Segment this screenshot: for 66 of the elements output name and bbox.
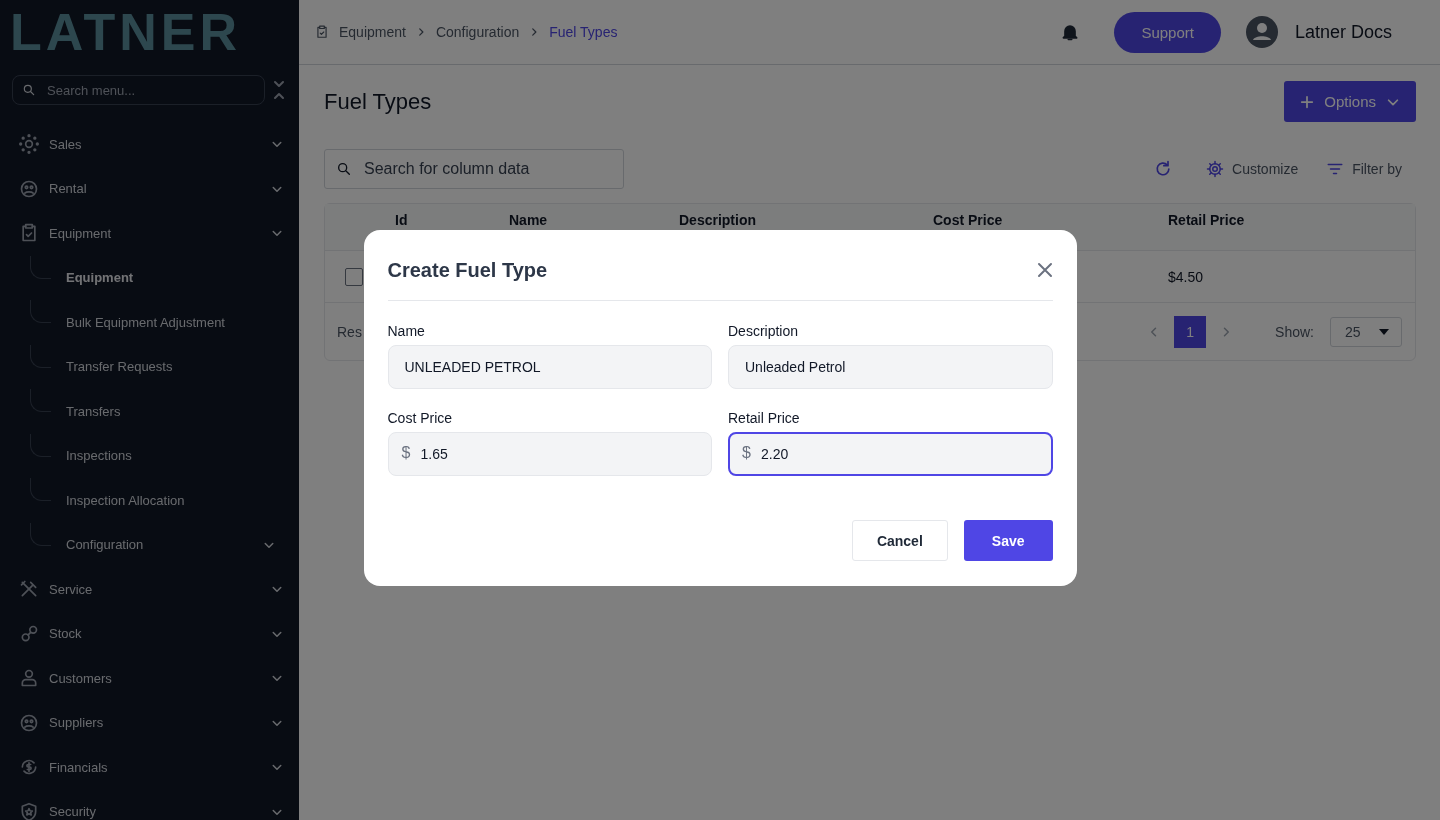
- column-header: Name: [509, 212, 549, 228]
- menu-search-field[interactable]: Search menu...: [12, 75, 265, 105]
- sidebar-item[interactable]: Service: [0, 567, 299, 612]
- field-label: Retail Price: [728, 410, 801, 426]
- sidebar-subitem[interactable]: Transfer Requests: [0, 344, 299, 389]
- field-label: Description: [728, 323, 800, 339]
- clipboard-icon: [315, 25, 329, 39]
- row-checkbox[interactable]: [345, 267, 363, 286]
- collapse-icon[interactable]: [273, 80, 285, 100]
- input-field[interactable]: UNLEADED PETROL: [387, 345, 712, 389]
- customize-button[interactable]: Customize: [1206, 160, 1299, 178]
- face-icon: [19, 712, 39, 733]
- field-label: Cost Price: [387, 410, 454, 426]
- sidebar-item[interactable]: Suppliers: [0, 700, 299, 745]
- input-field[interactable]: Unleaded Petrol: [728, 345, 1053, 389]
- caret-icon: [1379, 328, 1389, 335]
- sidebar-item[interactable]: Stock: [0, 611, 299, 656]
- sidebar-subitem[interactable]: Bulk Equipment Adjustment: [0, 300, 299, 345]
- plus-icon: [1300, 94, 1315, 109]
- sidebar-subitem[interactable]: Equipment: [0, 255, 299, 300]
- shield-icon: [19, 801, 39, 820]
- search-field[interactable]: Search for column data: [324, 149, 624, 189]
- column-header: Id: [395, 212, 409, 228]
- sidebar-item[interactable]: Security: [0, 789, 299, 820]
- sidebar-item[interactable]: Rental: [0, 166, 299, 211]
- results-text: Res: [337, 323, 362, 340]
- cancel-button[interactable]: Cancel: [851, 520, 948, 561]
- breadcrumb-link[interactable]: Configuration: [435, 24, 520, 40]
- search-icon: [22, 83, 36, 97]
- dialog-title: Create Fuel Type: [387, 258, 548, 282]
- page-size-select[interactable]: 25: [1330, 316, 1402, 347]
- sidebar-subitem[interactable]: Inspection Allocation: [0, 478, 299, 523]
- network-icon: [19, 134, 39, 155]
- currency-symbol: $: [401, 444, 411, 462]
- sidebar-item[interactable]: Sales: [0, 122, 299, 167]
- sidebar-item[interactable]: Customers: [0, 656, 299, 701]
- page-button[interactable]: 1: [1174, 315, 1207, 348]
- column-header: Cost Price: [933, 212, 1004, 228]
- tools-icon: [19, 579, 39, 600]
- breadcrumb-link[interactable]: Fuel Types: [549, 24, 618, 40]
- face-icon: [19, 178, 39, 199]
- options-button[interactable]: Options: [1284, 81, 1416, 122]
- sidebar-item[interactable]: Financials: [0, 745, 299, 790]
- currency-symbol: $: [742, 444, 751, 462]
- column-header: Description: [679, 212, 757, 228]
- sidebar-subitem[interactable]: Transfers: [0, 389, 299, 434]
- save-button[interactable]: Save: [963, 520, 1053, 561]
- avatar-icon: [1245, 16, 1278, 48]
- page-title: Fuel Types: [324, 88, 432, 115]
- column-header: Retail Price: [1168, 212, 1246, 228]
- show-label: Show:: [1275, 323, 1314, 340]
- sidebar-subitem[interactable]: Configuration: [0, 522, 299, 567]
- field-label: Name: [387, 323, 426, 339]
- support-button[interactable]: Support: [1114, 11, 1221, 53]
- breadcrumb-link[interactable]: Equipment: [339, 24, 406, 40]
- search-icon: [336, 161, 352, 177]
- filter-button[interactable]: Filter by: [1326, 160, 1402, 178]
- table-cell-text: $4.50: [1168, 268, 1205, 285]
- gear-icon: [1206, 160, 1225, 178]
- person-icon: [19, 668, 39, 689]
- sidebar-subitem[interactable]: Inspections: [0, 433, 299, 478]
- close-icon[interactable]: [1036, 262, 1053, 278]
- clipboard-check-icon: [19, 223, 39, 244]
- user-name: Latner Docs: [1294, 21, 1392, 43]
- logo: LATNER: [9, 2, 241, 60]
- sidebar-item[interactable]: Equipment: [0, 211, 299, 256]
